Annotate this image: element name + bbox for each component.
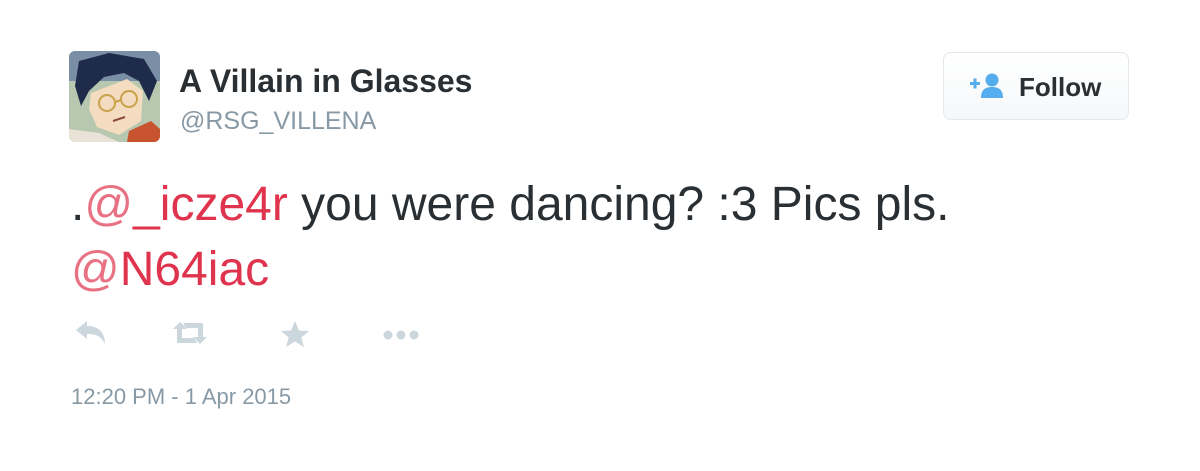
mention-at-sign: @ bbox=[84, 178, 134, 231]
avatar-illustration bbox=[69, 51, 160, 142]
tweet-actions bbox=[72, 320, 432, 354]
retweet-icon[interactable] bbox=[172, 320, 208, 351]
mention-link[interactable]: @_icze4r bbox=[84, 178, 287, 231]
follow-button-label: Follow bbox=[1019, 72, 1102, 102]
star-icon[interactable] bbox=[280, 320, 310, 353]
mention-name: _icze4r bbox=[133, 178, 288, 231]
follow-button[interactable]: Follow bbox=[943, 52, 1129, 120]
display-name[interactable]: A Villain in Glasses bbox=[179, 63, 472, 100]
avatar[interactable] bbox=[69, 51, 160, 142]
tweet-body: you were dancing? :3 Pics pls. bbox=[287, 178, 950, 231]
mention-name: N64iac bbox=[119, 243, 270, 296]
add-user-icon bbox=[970, 73, 1004, 104]
more-icon[interactable] bbox=[382, 328, 422, 346]
tweet-timestamp[interactable]: 12:20 PM - 1 Apr 2015 bbox=[71, 384, 291, 410]
mention-at-sign: @ bbox=[71, 243, 120, 296]
tweet-prefix: . bbox=[71, 178, 85, 231]
tweet-text: .@_icze4r you were dancing? :3 Pics pls.… bbox=[71, 172, 1151, 302]
mention-link[interactable]: @N64iac bbox=[71, 243, 269, 296]
reply-icon[interactable] bbox=[74, 320, 106, 351]
user-handle[interactable]: @RSG_VILLENA bbox=[180, 107, 376, 136]
tweet-card: A Villain in Glasses @RSG_VILLENA Follow… bbox=[0, 0, 1200, 471]
